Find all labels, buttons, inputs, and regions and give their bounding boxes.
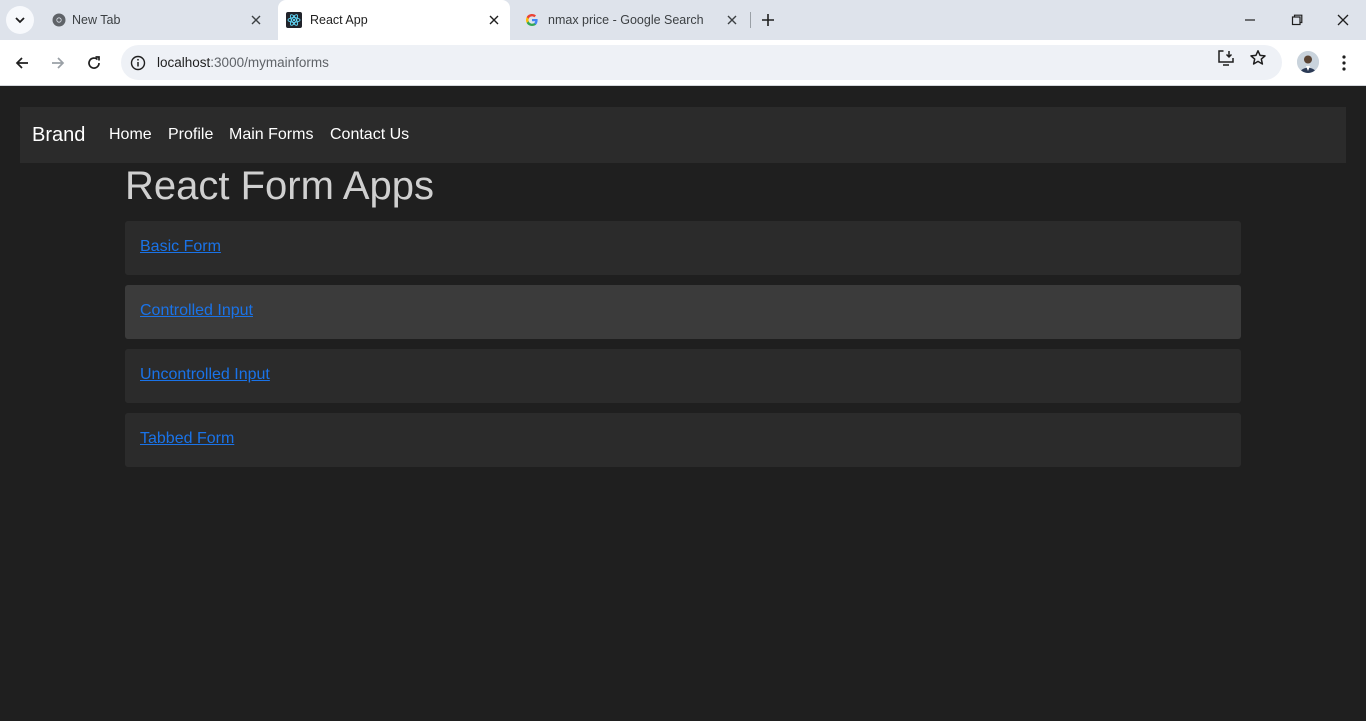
tabbed-form-link[interactable]: Tabbed Form [140,430,234,448]
back-button[interactable] [10,51,34,75]
close-icon[interactable] [487,13,501,27]
minimize-icon [1245,19,1255,21]
close-window-button[interactable] [1331,8,1355,32]
react-icon [286,12,302,28]
tab-new-tab[interactable]: New Tab [40,0,272,40]
arrow-left-icon [15,57,28,69]
list-item: Uncontrolled Input [125,349,1241,403]
page-content: Brand Home Profile Main Forms Contact Us… [0,87,1366,721]
menu-button[interactable] [1334,51,1354,75]
uncontrolled-input-link[interactable]: Uncontrolled Input [140,366,270,384]
controlled-input-link[interactable]: Controlled Input [140,302,253,320]
url-text[interactable]: localhost:3000/mymainforms [157,55,329,70]
new-tab-button[interactable] [757,9,779,31]
chrome-icon [52,13,66,27]
nav-link-profile[interactable]: Profile [168,126,213,144]
site-navbar: Brand Home Profile Main Forms Contact Us [20,107,1346,163]
tab-separator [750,12,751,28]
install-app-button[interactable] [1216,48,1236,68]
address-bar[interactable]: localhost:3000/mymainforms [121,45,1282,80]
star-icon [1250,50,1266,65]
nav-link-home[interactable]: Home [109,126,152,144]
form-list: Basic Form Controlled Input Uncontrolled… [125,221,1241,477]
forward-button[interactable] [46,51,70,75]
basic-form-link[interactable]: Basic Form [140,238,221,256]
brand-link[interactable]: Brand [32,124,85,147]
tab-strip: New Tab React App nmax price - Google Se… [0,0,1366,40]
browser-toolbar: localhost:3000/mymainforms [0,40,1366,86]
bookmark-button[interactable] [1248,48,1268,68]
list-item: Tabbed Form [125,413,1241,467]
avatar[interactable] [1297,51,1319,73]
tab-title: nmax price - Google Search [548,13,704,27]
page-title: React Form Apps [125,164,435,208]
more-vert-icon [1342,55,1346,71]
reload-button[interactable] [82,51,106,75]
list-item: Basic Form [125,221,1241,275]
close-icon[interactable] [725,13,739,27]
list-item: Controlled Input [125,285,1241,339]
nav-link-contact-us[interactable]: Contact Us [330,126,409,144]
tab-react-app[interactable]: React App [278,0,510,40]
tab-google-search[interactable]: nmax price - Google Search [516,0,748,40]
plus-icon [762,14,774,26]
tab-search-button[interactable] [6,6,34,34]
tab-title: New Tab [72,13,121,27]
arrow-right-icon [52,57,65,69]
minimize-button[interactable] [1238,8,1262,32]
url-path: :3000/mymainforms [210,55,329,70]
tab-title: React App [310,13,368,27]
google-icon [526,14,538,26]
url-host: localhost [157,55,211,70]
chevron-down-icon [15,17,25,24]
site-info-icon[interactable] [129,54,147,72]
nav-link-main-forms[interactable]: Main Forms [229,126,313,144]
close-icon[interactable] [249,13,263,27]
profile-icon [1297,51,1319,73]
restore-icon [1291,14,1303,26]
install-icon [1218,50,1234,66]
restore-button[interactable] [1285,8,1309,32]
reload-icon [88,56,100,69]
close-icon [1337,14,1349,26]
